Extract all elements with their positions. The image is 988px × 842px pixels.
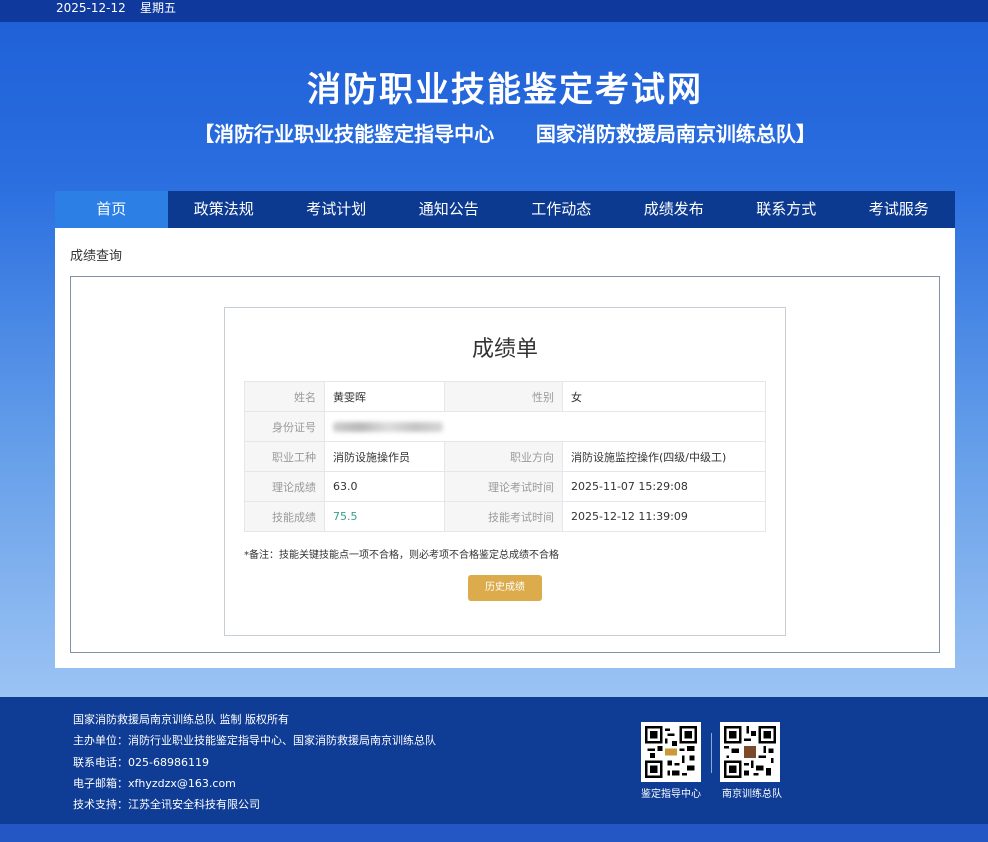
name-label: 姓名 — [244, 381, 325, 412]
table-row: 姓名 黄雯晖 性别 女 — [244, 381, 766, 412]
nav-item-exam-plan[interactable]: 考试计划 — [280, 191, 393, 228]
nav-item-contact[interactable]: 联系方式 — [730, 191, 843, 228]
occupation-label: 职业工种 — [244, 441, 325, 472]
skill-exam-time-label: 技能考试时间 — [444, 501, 563, 532]
qr-code-icon — [641, 722, 701, 782]
current-weekday: 星期五 — [140, 1, 177, 15]
nav-item-policies[interactable]: 政策法规 — [168, 191, 281, 228]
footer-copyright: 国家消防救援局南京训练总队 监制 版权所有 — [73, 713, 289, 726]
skill-score-label: 技能成绩 — [244, 501, 325, 532]
current-date: 2025-12-12 — [56, 1, 126, 15]
qr-divider — [711, 733, 712, 773]
nav-item-score-release[interactable]: 成绩发布 — [618, 191, 731, 228]
name-value: 黄雯晖 — [324, 381, 445, 412]
direction-label: 职业方向 — [444, 441, 563, 472]
bottom-bar — [0, 824, 988, 842]
nav-item-notices[interactable]: 通知公告 — [393, 191, 506, 228]
site-subtitle: 【消防行业职业技能鉴定指导中心 国家消防救援局南京训练总队】 — [194, 122, 816, 146]
footer: 国家消防救援局南京训练总队 监制 版权所有 主办单位：消防行业职业技能鉴定指导中… — [0, 697, 988, 824]
table-row: 理论成绩 63.0 理论考试时间 2025-11-07 15:29:08 — [244, 471, 766, 502]
skill-score-value: 75.5 — [324, 501, 445, 532]
theory-exam-time-value: 2025-11-07 15:29:08 — [562, 471, 766, 502]
score-report: 成绩单 姓名 黄雯晖 性别 女 身份证号 职业工种 消防设施操作员 职业方向 消… — [224, 307, 786, 636]
table-row: 身份证号 — [244, 411, 766, 442]
theory-score-label: 理论成绩 — [244, 471, 325, 502]
footer-organizer: 主办单位：消防行业职业技能鉴定指导中心、国家消防救援局南京训练总队 — [73, 734, 436, 747]
table-row: 技能成绩 75.5 技能考试时间 2025-12-12 11:39:09 — [244, 501, 766, 532]
gender-label: 性别 — [444, 381, 563, 412]
footer-tech-support: 技术支持：江苏全讯安全科技有限公司 — [73, 798, 260, 811]
report-title: 成绩单 — [471, 337, 538, 362]
nav-item-exam-service[interactable]: 考试服务 — [843, 191, 956, 228]
history-scores-button[interactable]: 历史成绩 — [468, 575, 542, 601]
breadcrumb: 成绩查询 — [70, 249, 123, 264]
qr2-caption: 南京训练总队 — [722, 789, 782, 800]
id-number-value — [324, 411, 766, 442]
gender-value: 女 — [562, 381, 766, 412]
site-title: 消防职业技能鉴定考试网 — [307, 70, 703, 110]
remark-note: *备注：技能关键技能点一项不合格，则必考项不合格鉴定总成绩不合格 — [244, 550, 559, 561]
top-bar: 2025-12-12 星期五 — [0, 0, 988, 22]
nav-item-work-news[interactable]: 工作动态 — [505, 191, 618, 228]
footer-phone: 联系电话：025-68986119 — [73, 756, 209, 769]
obscured-id-number — [333, 422, 443, 432]
theory-score-value: 63.0 — [324, 471, 445, 502]
occupation-value: 消防设施操作员 — [324, 441, 445, 472]
theory-exam-time-label: 理论考试时间 — [444, 471, 563, 502]
score-table: 姓名 黄雯晖 性别 女 身份证号 职业工种 消防设施操作员 职业方向 消防设施监… — [244, 381, 766, 532]
main-nav: 首页 政策法规 考试计划 通知公告 工作动态 成绩发布 联系方式 考试服务 — [55, 191, 955, 228]
footer-email: 电子邮箱：xfhyzdzx@163.com — [73, 777, 236, 790]
nav-item-home[interactable]: 首页 — [55, 191, 168, 228]
skill-exam-time-value: 2025-12-12 11:39:09 — [562, 501, 766, 532]
direction-value: 消防设施监控操作(四级/中级工) — [562, 441, 766, 472]
table-row: 职业工种 消防设施操作员 职业方向 消防设施监控操作(四级/中级工) — [244, 441, 766, 472]
qr1-caption: 鉴定指导中心 — [641, 789, 701, 800]
id-number-label: 身份证号 — [244, 411, 325, 442]
qr-code-icon — [720, 722, 780, 782]
main-content: 成绩查询 成绩单 姓名 黄雯晖 性别 女 身份证号 职业工种 消防设施操作员 职… — [55, 228, 955, 668]
